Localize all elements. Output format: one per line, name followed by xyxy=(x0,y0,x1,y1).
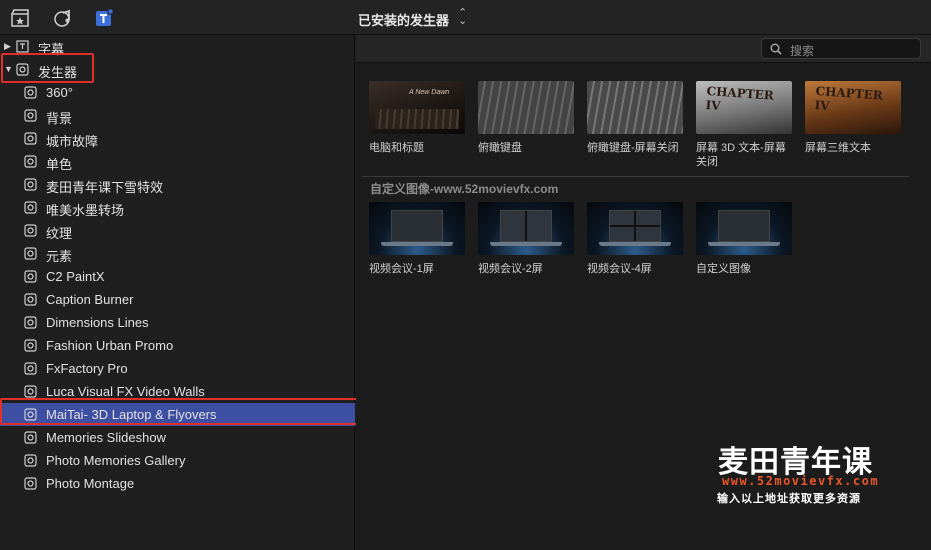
thumb-caption: 自定义图像 xyxy=(696,263,751,275)
sidebar-item[interactable]: Fashion Urban Promo xyxy=(0,334,355,357)
sidebar-item[interactable]: 背景 xyxy=(0,104,355,127)
generator-thumb[interactable] xyxy=(587,202,683,255)
sidebar-item[interactable]: Caption Burner xyxy=(0,288,355,311)
generator-icon xyxy=(24,224,37,237)
sidebar-item[interactable]: 纹理 xyxy=(0,219,355,242)
sidebar-item[interactable]: Dimensions Lines xyxy=(0,311,355,334)
generator-icon xyxy=(24,178,37,191)
highlight-box-selected xyxy=(0,398,358,425)
search-placeholder: 搜索 xyxy=(790,44,815,58)
laptop-base xyxy=(708,242,780,246)
sidebar-item-label: Luca Visual FX Video Walls xyxy=(46,384,205,399)
thumb-caption: 视频会议-2屏 xyxy=(478,263,543,275)
thumb-caption: 屏幕 3D 文本-屏幕关闭 xyxy=(696,142,786,168)
watermark-note: 输入以上地址获取更多资源 xyxy=(717,493,861,505)
browser-title[interactable]: 已安装的发生器 xyxy=(358,10,449,29)
generator-thumb[interactable] xyxy=(478,81,574,134)
clapper-star-icon[interactable] xyxy=(10,8,30,28)
search-bar: 搜索 xyxy=(356,35,931,63)
sidebar-item-label: Photo Montage xyxy=(46,476,135,491)
thumb-text: A New Dawn xyxy=(409,89,450,96)
laptop-screen xyxy=(391,210,443,242)
search-field[interactable]: 搜索 xyxy=(761,38,921,59)
generator-icon xyxy=(24,132,37,145)
sidebar-item-label: 单色 xyxy=(46,157,73,172)
generator-thumb[interactable]: A New Dawn xyxy=(369,81,465,134)
generator-icon xyxy=(24,201,37,214)
search-icon xyxy=(770,43,782,55)
sidebar-item[interactable]: 元素 xyxy=(0,242,355,265)
titles-icon xyxy=(16,40,29,53)
generator-thumb[interactable] xyxy=(587,81,683,134)
sidebar-item-label: Memories Slideshow xyxy=(46,430,166,445)
sidebar-item-label: 纹理 xyxy=(46,226,73,241)
sidebar-item[interactable]: 城市故障 xyxy=(0,127,355,150)
sidebar-item[interactable]: FxFactory Pro xyxy=(0,357,355,380)
sidebar-item-label: FxFactory Pro xyxy=(46,361,128,376)
sidebar-item-label: 元素 xyxy=(46,249,73,264)
section-divider xyxy=(362,176,909,177)
sidebar-item[interactable]: 单色 xyxy=(0,150,355,173)
sidebar-item[interactable]: 360° xyxy=(0,81,355,104)
generator-icon xyxy=(24,86,37,99)
sidebar-item-label: 背景 xyxy=(46,111,73,126)
sidebar-item[interactable]: Photo Memories Gallery xyxy=(0,449,355,472)
sidebar-item-label: Caption Burner xyxy=(46,292,134,307)
highlight-box-generators xyxy=(1,53,94,83)
generator-icon xyxy=(24,339,37,352)
generator-icon xyxy=(24,155,37,168)
sidebar-item-label: 城市故障 xyxy=(46,134,99,149)
generator-thumb[interactable] xyxy=(369,202,465,255)
sidebar-item-label: Dimensions Lines xyxy=(46,315,149,330)
disclosure-right-icon[interactable]: ▶ xyxy=(4,41,11,52)
generator-icon xyxy=(24,454,37,467)
generator-icon xyxy=(24,477,37,490)
thumb-caption: 俯瞰键盘 xyxy=(478,142,522,154)
generator-thumb[interactable] xyxy=(696,202,792,255)
laptop-base xyxy=(599,242,671,246)
generator-icon xyxy=(24,293,37,306)
sidebar-item[interactable]: Photo Montage xyxy=(0,472,355,495)
sidebar-item[interactable]: 麦田青年课下雪特效 xyxy=(0,173,355,196)
sidebar-item[interactable]: Memories Slideshow xyxy=(0,426,355,449)
laptop-base xyxy=(490,242,562,246)
sidebar-item-label: C2 PaintX xyxy=(46,269,105,284)
chevron-updown-icon[interactable]: ⌃ ⌄ xyxy=(458,8,467,27)
generator-icon xyxy=(24,362,37,375)
generator-thumb[interactable]: CHAPTER IV xyxy=(696,81,792,134)
generator-thumb[interactable]: CHAPTER IV xyxy=(805,81,901,134)
thumb-caption: 屏幕三维文本 xyxy=(805,142,871,154)
top-toolbar: 已安装的发生器 ⌃ ⌄ xyxy=(0,0,931,35)
generator-icon xyxy=(24,247,37,260)
thumb-caption: 俯瞰键盘-屏幕关闭 xyxy=(587,142,679,154)
laptop-screen xyxy=(718,210,770,242)
laptop-screen xyxy=(609,210,661,242)
thumb-caption: 视频会议-1屏 xyxy=(369,263,434,275)
title-t-icon[interactable] xyxy=(94,8,114,28)
sidebar-item-label: Photo Memories Gallery xyxy=(46,453,186,468)
watermark-url: www.52movievfx.com xyxy=(722,474,880,488)
sidebar: ▶ 字幕 ▼ 发生器 360° 背景 城市故障 单色 麦田青年课下雪特效 唯美水墨转场 纹理… xyxy=(0,35,358,550)
generator-thumb[interactable] xyxy=(478,202,574,255)
generator-icon xyxy=(24,431,37,444)
sidebar-item[interactable]: 唯美水墨转场 xyxy=(0,196,355,219)
sidebar-item-label: 唯美水墨转场 xyxy=(46,203,125,218)
sidebar-item-label: Fashion Urban Promo xyxy=(46,338,174,353)
thumb-caption: 视频会议-4屏 xyxy=(587,263,652,275)
section-title: 自定义图像-www.52movievfx.com xyxy=(370,182,559,196)
sidebar-item-label: 麦田青年课下雪特效 xyxy=(46,180,164,195)
generator-icon xyxy=(24,385,37,398)
laptop-base xyxy=(381,242,453,246)
generator-icon xyxy=(24,109,37,122)
sidebar-item[interactable]: C2 PaintX xyxy=(0,265,355,288)
thumb-caption: 电脑和标题 xyxy=(369,142,424,154)
generator-icon xyxy=(24,316,37,329)
sidebar-item-label: 360° xyxy=(46,85,73,100)
thumb-text: CHAPTER IV xyxy=(814,84,884,114)
generator-icon xyxy=(24,270,37,283)
laptop-screen xyxy=(500,210,552,242)
music-notes-icon[interactable] xyxy=(53,8,73,28)
thumb-text: CHAPTER IV xyxy=(705,84,775,114)
